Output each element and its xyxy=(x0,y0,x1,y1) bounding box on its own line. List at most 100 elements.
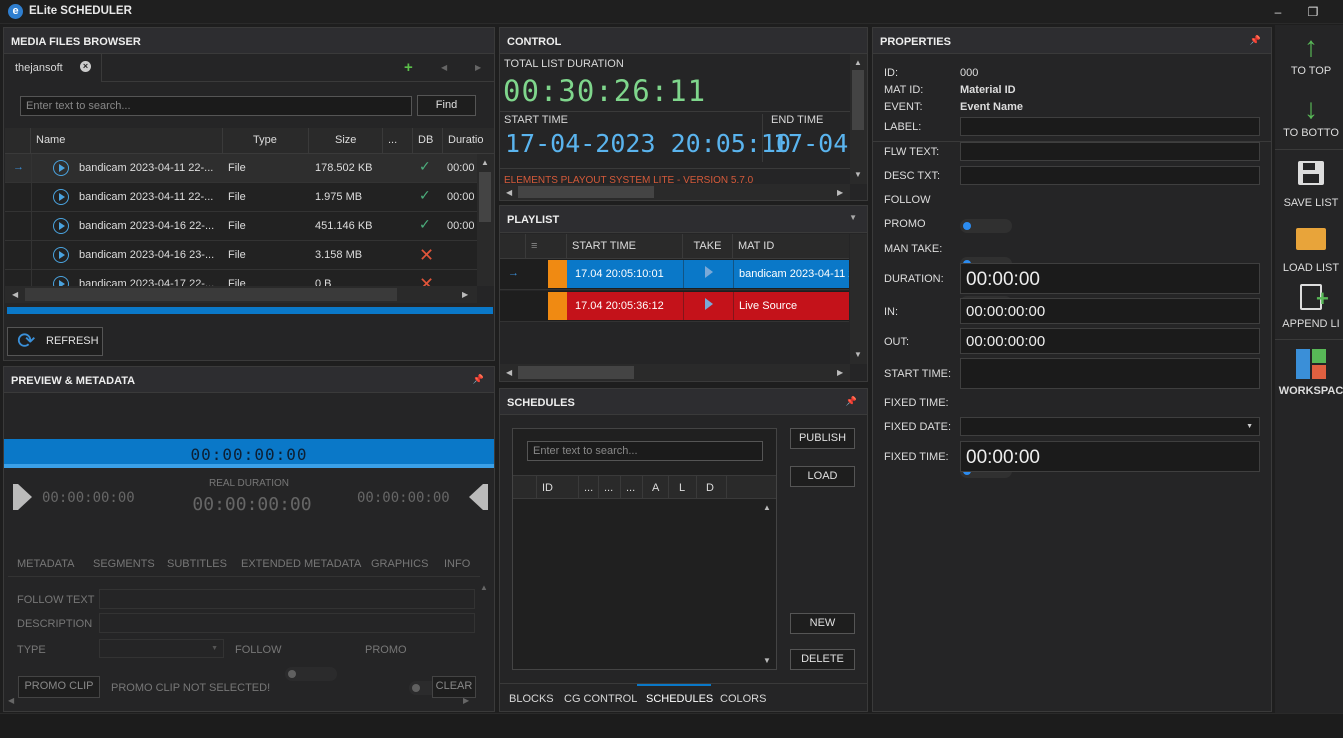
col-l[interactable]: L xyxy=(669,476,697,498)
tab-graphics[interactable]: GRAPHICS xyxy=(371,558,428,570)
col-more-1[interactable]: ... xyxy=(579,476,599,498)
pin-icon[interactable]: 📌 xyxy=(1250,35,1261,46)
desc-text-input[interactable] xyxy=(960,166,1260,185)
type-select[interactable]: ▼ xyxy=(99,639,224,658)
playlist-row[interactable]: 17.04 20:05:36:12 Live Source xyxy=(500,291,849,322)
tab-right-icon[interactable]: ▶ xyxy=(475,63,481,72)
flw-text-label: FLW TEXT: xyxy=(884,146,940,158)
col-d[interactable]: D xyxy=(697,476,727,498)
publish-button[interactable]: PUBLISH xyxy=(790,428,855,449)
playlist-title: PLAYLIST ▼ xyxy=(500,206,867,233)
table-row[interactable]: → bandicam 2023-04-11 22-... File 178.502 K… xyxy=(5,154,477,183)
table-row[interactable]: bandicam 2023-04-16 22-... File 451.146 KB… xyxy=(5,212,477,241)
follow-toggle[interactable] xyxy=(960,219,1012,233)
add-icon[interactable]: + xyxy=(404,59,413,76)
tab-schedules[interactable]: SCHEDULES xyxy=(646,693,713,705)
delete-button[interactable]: DELETE xyxy=(790,649,855,670)
col-a[interactable]: A xyxy=(643,476,669,498)
duration-input[interactable]: 00:00:00 xyxy=(960,263,1260,294)
play-icon[interactable] xyxy=(53,160,69,176)
tab-extended-metadata[interactable]: EXTENDED METADATA xyxy=(241,558,361,570)
take-icon[interactable] xyxy=(705,298,713,310)
tab-blocks[interactable]: BLOCKS xyxy=(509,693,554,705)
pin-icon[interactable]: 📌 xyxy=(846,396,857,407)
clear-button[interactable]: CLEAR xyxy=(432,676,476,698)
play-icon[interactable] xyxy=(53,218,69,234)
flw-text-input[interactable] xyxy=(960,142,1260,161)
play-icon[interactable] xyxy=(53,276,69,286)
col-type[interactable]: Type xyxy=(223,128,309,153)
append-list-button[interactable]: + APPEND LI xyxy=(1275,283,1343,330)
tab-cg-control[interactable]: CG CONTROL xyxy=(564,693,637,705)
minimize-button[interactable]: – xyxy=(1268,3,1288,21)
to-bottom-button[interactable]: ↓ TO BOTTO xyxy=(1275,93,1343,139)
schedules-search-input[interactable]: Enter text to search... xyxy=(527,441,763,461)
total-duration: 00:30:26:11 xyxy=(503,74,707,108)
col-more-3[interactable]: ... xyxy=(621,476,643,498)
load-list-button[interactable]: LOAD LIST xyxy=(1275,222,1343,274)
maximize-button[interactable]: ❐ xyxy=(1303,3,1323,21)
tab-subtitles[interactable]: SUBTITLES xyxy=(167,558,227,570)
follow-toggle[interactable] xyxy=(285,667,337,681)
sort-icon[interactable]: ≡ xyxy=(526,234,567,258)
col-mat-id[interactable]: MAT ID xyxy=(733,234,849,258)
col-start-time[interactable]: START TIME xyxy=(567,234,683,258)
play-icon[interactable] xyxy=(53,189,69,205)
fixed-time-input[interactable]: 00:00:00 xyxy=(960,441,1260,472)
file-name: bandicam 2023-04-11 22-... xyxy=(79,191,214,203)
control-vscroll[interactable]: ▲ ▼ xyxy=(850,54,867,184)
col-id[interactable]: ID xyxy=(537,476,579,498)
follow-label: FOLLOW xyxy=(884,194,931,206)
tab-label: thejansoft xyxy=(15,62,63,74)
label-input[interactable] xyxy=(960,117,1260,136)
fixed-date-select[interactable]: ▼ xyxy=(960,417,1260,436)
media-progress-bar xyxy=(7,307,493,314)
dropdown-icon[interactable]: ▼ xyxy=(849,213,857,222)
table-row[interactable]: bandicam 2023-04-16 23-... File 3.158 MB ✕ xyxy=(5,241,477,270)
playlist-hscroll[interactable]: ◀ ▶ xyxy=(500,364,850,381)
app-title: ELite SCHEDULER xyxy=(29,5,132,17)
col-duration[interactable]: Duratio xyxy=(443,128,494,153)
mat-id-value: Material ID xyxy=(960,84,1016,96)
play-icon[interactable] xyxy=(53,247,69,263)
media-hscroll[interactable]: ◀ ▶ xyxy=(5,286,477,303)
tab-colors[interactable]: COLORS xyxy=(720,693,766,705)
promo-clip-button[interactable]: PROMO CLIP xyxy=(18,676,100,698)
close-icon[interactable]: × xyxy=(80,61,91,72)
to-top-button[interactable]: ↑ TO TOP xyxy=(1275,31,1343,77)
playlist-vscroll[interactable]: ▼ xyxy=(850,234,867,364)
table-row[interactable]: bandicam 2023-04-11 22-... File 1.975 MB ✓ 0… xyxy=(5,183,477,212)
find-button[interactable]: Find xyxy=(417,95,476,116)
tab-metadata[interactable]: METADATA xyxy=(17,558,74,570)
tab-thejansoft[interactable]: thejansoft × xyxy=(4,54,102,82)
tab-left-icon[interactable]: ◀ xyxy=(441,63,447,72)
follow-text-input[interactable] xyxy=(99,589,475,609)
tab-info[interactable]: INFO xyxy=(444,558,470,570)
out-input[interactable]: 00:00:00:00 xyxy=(960,328,1260,354)
workspace-button[interactable]: WORKSPAC xyxy=(1275,348,1343,397)
description-input[interactable] xyxy=(99,613,475,633)
media-vscroll[interactable]: ▲ xyxy=(477,154,494,286)
control-hscroll[interactable]: ◀ ▶ xyxy=(500,184,850,200)
col-name[interactable]: Name xyxy=(31,128,223,153)
col-db[interactable]: DB xyxy=(413,128,443,153)
take-icon[interactable] xyxy=(705,266,713,278)
col-more-2[interactable]: ... xyxy=(599,476,621,498)
col-more[interactable]: ... xyxy=(383,128,413,153)
load-button[interactable]: LOAD xyxy=(790,466,855,487)
metadata-tabs: METADATA SEGMENTS SUBTITLES EXTENDED MET… xyxy=(8,551,480,577)
check-icon: ✓ xyxy=(419,158,431,174)
col-size[interactable]: Size xyxy=(309,128,383,153)
table-row[interactable]: bandicam 2023-04-17 22-... File 0 B ✕ xyxy=(5,270,477,286)
playlist-row[interactable]: → 17.04 20:05:10:01 bandicam 2023-04-11 2 xyxy=(500,259,849,290)
media-search-input[interactable]: Enter text to search... xyxy=(20,96,412,116)
mark-out-icon[interactable] xyxy=(483,484,488,510)
tab-segments[interactable]: SEGMENTS xyxy=(93,558,155,570)
in-input[interactable]: 00:00:00:00 xyxy=(960,298,1260,324)
save-list-button[interactable]: SAVE LIST xyxy=(1275,159,1343,209)
col-take[interactable]: TAKE xyxy=(683,234,733,258)
new-button[interactable]: NEW xyxy=(790,613,855,634)
pin-icon[interactable]: 📌 xyxy=(473,374,484,385)
start-time-input[interactable] xyxy=(960,358,1260,389)
refresh-button[interactable]: ⟳ REFRESH xyxy=(7,327,103,356)
